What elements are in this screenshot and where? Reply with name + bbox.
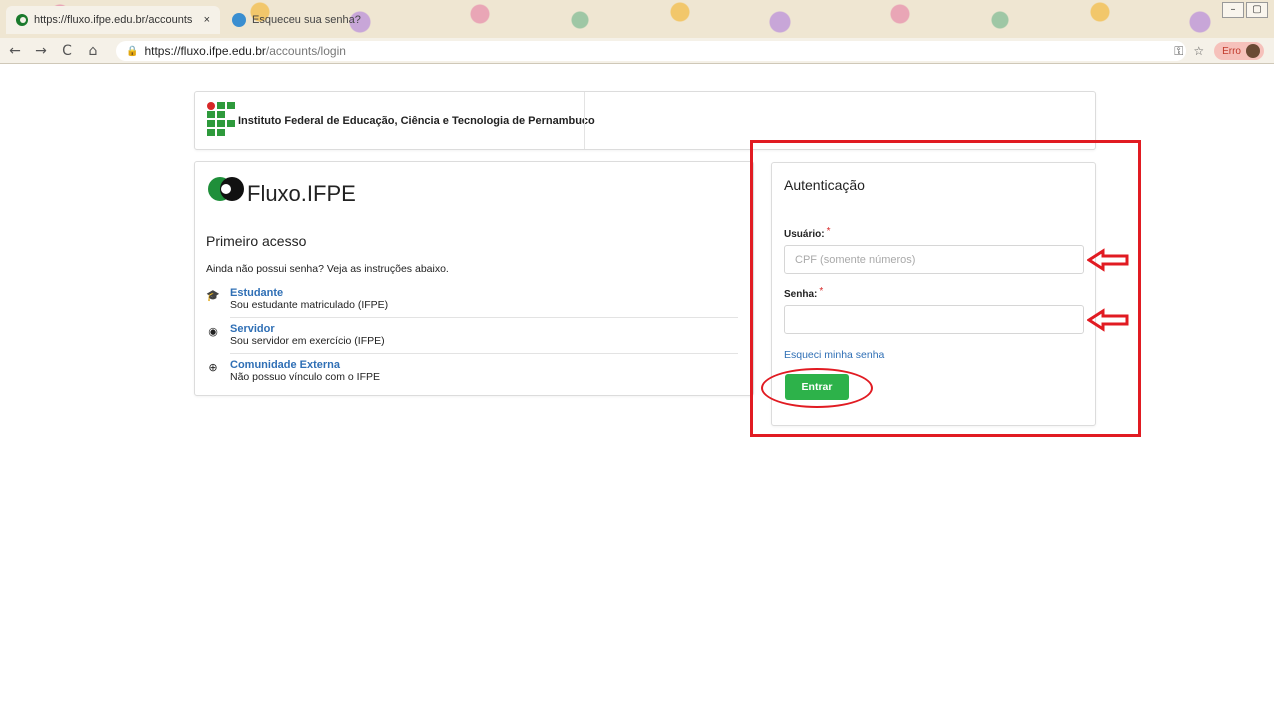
option-label[interactable]: Comunidade Externa: [230, 359, 340, 371]
header-divider: [584, 92, 585, 149]
section-description: Ainda não possui senha? Veja as instruçõ…: [206, 263, 449, 275]
tab-title: https://fluxo.ifpe.edu.br/accounts: [34, 14, 193, 26]
minimize-icon[interactable]: –: [1222, 2, 1244, 18]
option-description: Sou servidor em exercício (IFPE): [230, 335, 385, 347]
globe-favicon-icon: [232, 13, 246, 27]
app-logo-text: Fluxo.IFPE: [247, 181, 356, 206]
tab-forgot-password[interactable]: Esqueceu sua senha?: [222, 6, 422, 34]
home-icon[interactable]: ⌂: [82, 43, 104, 59]
fluxo-favicon-icon: [16, 14, 28, 26]
section-title: Primeiro acesso: [206, 233, 307, 249]
option-divider: [230, 317, 738, 318]
user-circle-icon: ◉: [208, 325, 218, 338]
option-label[interactable]: Estudante: [230, 287, 283, 299]
annotation-arrow-icon: [1087, 308, 1129, 332]
tab-fluxo-login[interactable]: https://fluxo.ifpe.edu.br/accounts ×: [6, 6, 220, 34]
globe-icon: ⊕: [208, 361, 218, 374]
profile-error-label: Erro: [1222, 45, 1241, 57]
maximize-icon[interactable]: ▢: [1246, 2, 1268, 18]
star-icon[interactable]: ☆: [1193, 44, 1204, 58]
option-servidor[interactable]: ◉ Servidor Sou servidor em exercício (IF…: [206, 323, 738, 357]
fluxo-logo-icon: [208, 177, 244, 201]
option-divider: [230, 353, 738, 354]
profile-error-button[interactable]: Erro: [1214, 42, 1264, 60]
browser-tab-strip: https://fluxo.ifpe.edu.br/accounts × Esq…: [0, 0, 1274, 38]
institution-name: Instituto Federal de Educação, Ciência e…: [238, 115, 595, 127]
lock-icon: 🔒: [126, 45, 139, 57]
browser-toolbar: ← → C ⌂ 🔒 https://fluxo.ifpe.edu.br/acco…: [0, 38, 1274, 64]
key-icon[interactable]: ⚿: [1174, 44, 1183, 59]
option-description: Sou estudante matriculado (IFPE): [230, 299, 389, 311]
back-arrow-icon[interactable]: ←: [4, 43, 26, 59]
address-bar[interactable]: 🔒 https://fluxo.ifpe.edu.br/accounts/log…: [116, 41, 1186, 61]
toolbar-actions: ⚿ ☆ Erro: [1174, 42, 1264, 60]
graduation-cap-icon: 🎓: [206, 289, 220, 302]
forward-arrow-icon[interactable]: →: [30, 43, 52, 59]
annotation-arrow-icon: [1087, 248, 1129, 272]
tab-close-icon[interactable]: ×: [204, 14, 210, 26]
option-estudante[interactable]: 🎓 Estudante Sou estudante matriculado (I…: [206, 287, 738, 321]
window-controls: – ▢: [1222, 2, 1268, 18]
annotation-circle: [761, 368, 873, 408]
option-label[interactable]: Servidor: [230, 323, 275, 335]
url-path: /accounts/login: [265, 44, 346, 58]
option-comunidade-externa[interactable]: ⊕ Comunidade Externa Não possuo vínculo …: [206, 359, 738, 393]
ifpe-logo-icon: [207, 102, 235, 138]
option-description: Não possuo vínculo com o IFPE: [230, 371, 380, 383]
url-host: https://fluxo.ifpe.edu.br: [144, 44, 266, 58]
tab-title: Esqueceu sua senha?: [252, 14, 361, 26]
avatar: [1246, 44, 1260, 58]
reload-icon[interactable]: C: [56, 43, 78, 59]
first-access-panel: Fluxo.IFPE Primeiro acesso Ainda não pos…: [194, 161, 754, 396]
